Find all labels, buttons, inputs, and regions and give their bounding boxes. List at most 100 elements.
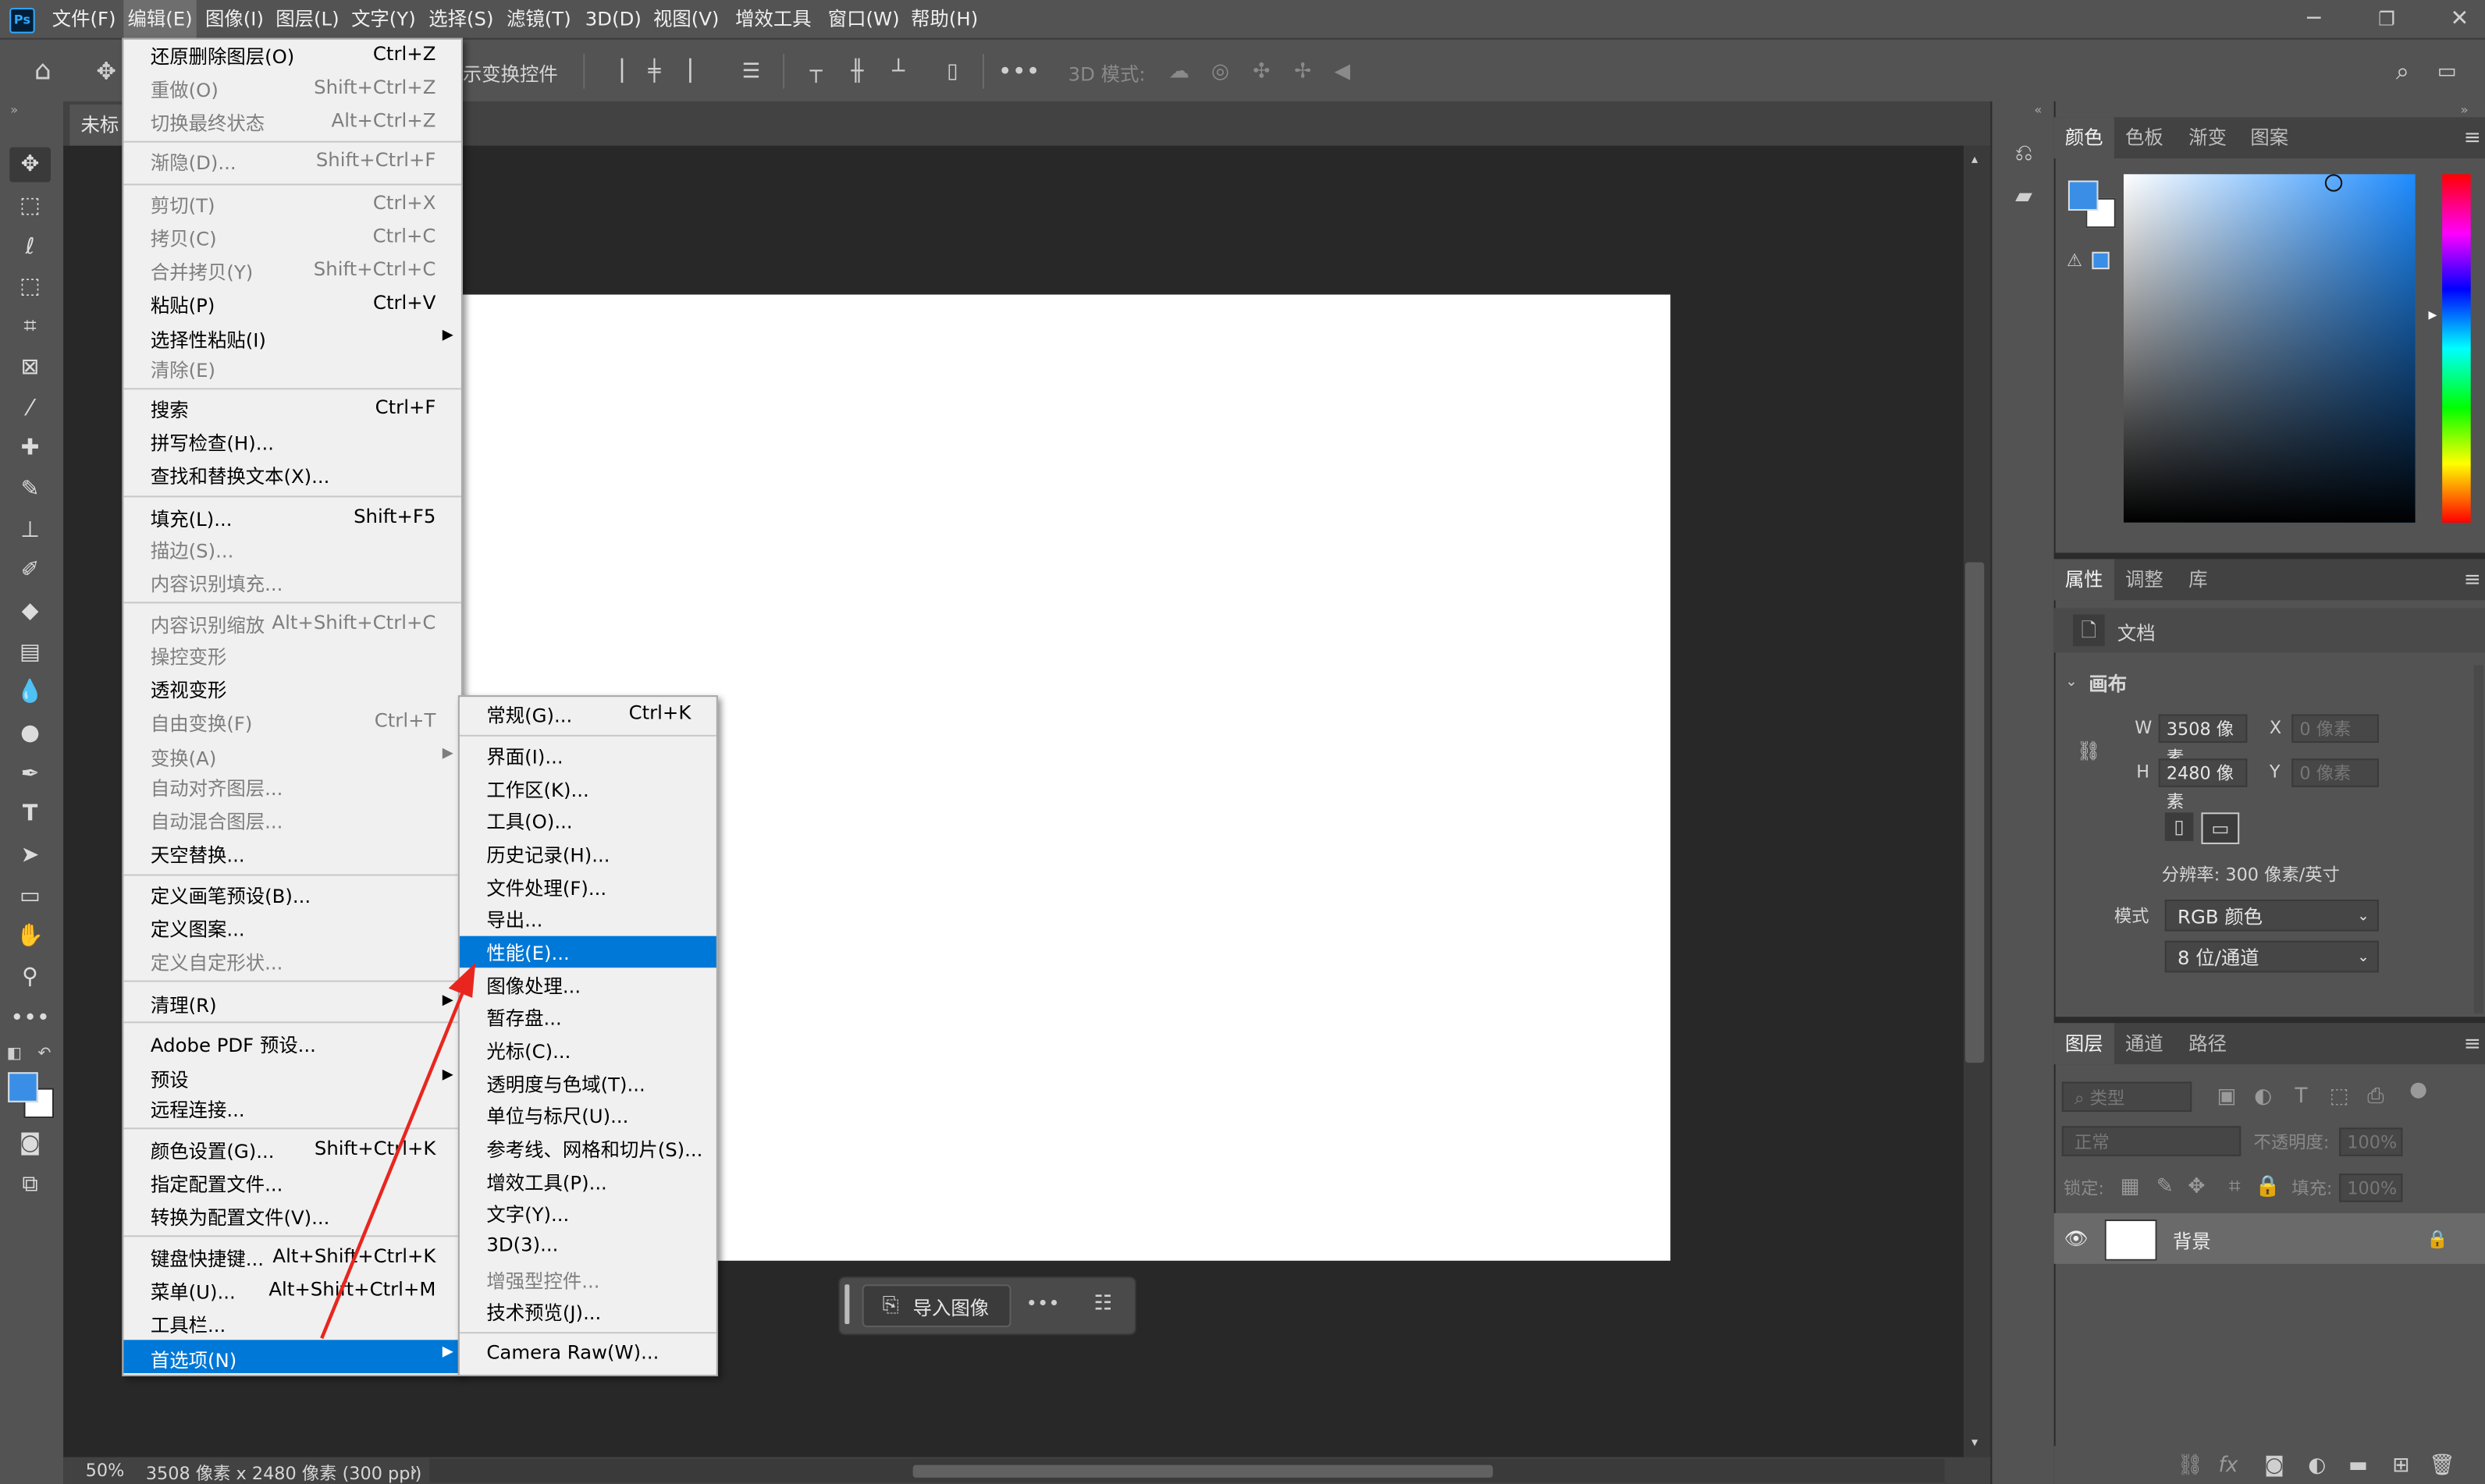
document-info[interactable]: 3508 像素 x 2480 像素 (300 ppi) [146, 1461, 421, 1484]
zoom-tool-icon[interactable]: ⚲ [9, 960, 51, 995]
minimize-icon[interactable]: ─ [2301, 6, 2326, 31]
pen-tool-icon[interactable]: ✒ [9, 757, 51, 792]
menu-item-fill[interactable]: 填充(L)... Shift+F5 [123, 502, 461, 534]
stamp-tool-icon[interactable]: ⊥ [9, 513, 51, 549]
horizontal-scrollbar-thumb[interactable] [912, 1464, 1493, 1478]
submenu-item-scratch-disks[interactable]: 暂存盘... [460, 1001, 716, 1033]
menu-item-define-pattern[interactable]: 定义图案... [123, 912, 461, 944]
menu-item-clear[interactable]: 清除(E) [123, 353, 461, 385]
distribute-vertical-icon[interactable]: ▯ [941, 59, 963, 83]
align-top-icon[interactable]: ┬ [805, 59, 827, 83]
menu-type[interactable]: 文字(Y) [347, 0, 420, 38]
expand-toolbar-icon[interactable]: » [6, 104, 22, 117]
menu-item-toggle-last-state[interactable]: 切换最终状态 Alt+Ctrl+Z [123, 106, 461, 138]
fx-icon[interactable]: fx [2217, 1454, 2239, 1475]
fill-field[interactable]: 100% [2339, 1173, 2403, 1202]
submenu-item-image-processing[interactable]: 图像处理... [460, 969, 716, 1001]
submenu-item-units-rulers[interactable]: 单位与标尺(U)... [460, 1099, 716, 1131]
menu-item-keyboard-shortcuts[interactable]: 键盘快捷键... Alt+Shift+Ctrl+K [123, 1241, 461, 1273]
menu-item-convert-profile[interactable]: 转换为配置文件(V)... [123, 1201, 461, 1233]
bit-depth-select[interactable]: 8 位/通道 ⌄ [2164, 940, 2379, 973]
submenu-item-history[interactable]: 历史记录(H)... [460, 838, 716, 870]
history-brush-tool-icon[interactable]: ✐ [9, 552, 51, 588]
tab-patterns[interactable]: 图案 [2239, 117, 2299, 158]
dodge-tool-icon[interactable]: ● [9, 716, 51, 751]
brush-tool-icon[interactable]: ✎ [9, 472, 51, 507]
submenu-item-workspace[interactable]: 工作区(K)... [460, 773, 716, 805]
edit-toolbar-icon[interactable]: ••• [9, 1001, 51, 1036]
submenu-item-performance[interactable]: 性能(E)... [459, 935, 716, 968]
link-dimensions-icon[interactable]: ⛓ [2077, 738, 2101, 763]
tab-paths[interactable]: 路径 [2177, 1023, 2238, 1064]
history-panel-icon[interactable]: ⎌ [2008, 140, 2040, 169]
menu-help[interactable]: 帮助(H) [907, 0, 983, 38]
hue-slider-handle-icon[interactable]: ▶ [2426, 309, 2439, 321]
3d-pan-icon[interactable]: ✣ [1247, 59, 1276, 83]
panel-menu-icon[interactable]: ≡ [2463, 1032, 2482, 1054]
filter-type-icon[interactable]: T [2290, 1083, 2312, 1108]
move-tool-icon[interactable]: ✥ [9, 147, 51, 183]
3d-roll-icon[interactable]: ◎ [1206, 59, 1235, 83]
new-layer-icon[interactable]: ⊞ [2390, 1454, 2412, 1475]
panel-menu-icon[interactable]: ≡ [2463, 569, 2482, 591]
link-layers-icon[interactable]: ⛓ [2177, 1454, 2204, 1475]
import-image-button[interactable]: ⎘ 导入图像 [862, 1284, 1011, 1328]
workspace-icon[interactable]: ▭ [2433, 57, 2462, 86]
menu-file[interactable]: 文件(F) [48, 0, 120, 38]
chevron-down-icon[interactable]: ⌄ [2064, 673, 2079, 692]
eyedropper-tool-icon[interactable]: ⁄ [9, 391, 51, 426]
delete-layer-icon[interactable]: 🗑 [2429, 1454, 2455, 1475]
lock-all-icon[interactable]: 🔒 [2255, 1175, 2281, 1197]
object-select-tool-icon[interactable]: ⬚ [9, 269, 51, 304]
3d-camera-icon[interactable]: ◀ [1328, 59, 1357, 83]
taskbar-more-icon[interactable]: ••• [1026, 1291, 1060, 1315]
status-expand-icon[interactable]: › [411, 1461, 418, 1481]
menu-filter[interactable]: 滤镜(T) [503, 0, 575, 38]
scroll-down-icon[interactable]: ▾ [1967, 1435, 1982, 1450]
gradient-tool-icon[interactable]: ▤ [9, 635, 51, 670]
portrait-orientation-icon[interactable]: ▯ [2164, 812, 2194, 841]
search-icon[interactable]: ⌕ [2388, 57, 2417, 86]
canvas-width-field[interactable]: 3508 像素 [2158, 714, 2248, 769]
menu-item-auto-align[interactable]: 自动对齐图层... [123, 772, 461, 804]
canvas-x-field[interactable]: 0 像素 [2291, 714, 2379, 744]
opacity-field[interactable]: 100% [2339, 1127, 2403, 1156]
menu-item-presets[interactable]: 预设 ▶ [123, 1063, 461, 1095]
align-vcenter-icon[interactable]: ╫ [846, 59, 868, 83]
marquee-tool-icon[interactable]: ⬚ [9, 189, 51, 224]
menu-item-define-brush[interactable]: 定义画笔预设(B)... [123, 879, 461, 911]
properties-scrollbar[interactable] [2473, 665, 2483, 1014]
restore-icon[interactable]: ❐ [2374, 6, 2399, 31]
3d-slide-icon[interactable]: ✢ [1289, 59, 1317, 83]
landscape-orientation-icon[interactable]: ▭ [2201, 812, 2240, 844]
more-options-icon[interactable]: ••• [998, 59, 1040, 83]
align-hcenter-icon[interactable]: ╪ [643, 59, 665, 83]
canvas-section-title[interactable]: 画布 [2089, 670, 2127, 698]
menu-item-content-aware-fill[interactable]: 内容识别填充... [123, 567, 461, 599]
home-icon[interactable]: ⌂ [25, 55, 60, 87]
menu-item-assign-profile[interactable]: 指定配置文件... [123, 1167, 461, 1199]
swap-colors-icon[interactable]: ↶ [35, 1046, 54, 1064]
color-picker-field[interactable] [2124, 174, 2416, 523]
lock-transparent-icon[interactable]: ▦ [2121, 1175, 2140, 1197]
foreground-color-swatch[interactable] [8, 1072, 38, 1102]
menu-item-menus[interactable]: 菜单(U)... Alt+Shift+Ctrl+M [123, 1275, 461, 1307]
new-group-icon[interactable]: ▬ [2347, 1454, 2369, 1475]
menu-item-copy-merged[interactable]: 合并拷贝(Y) Shift+Ctrl+C [123, 255, 461, 287]
menu-item-preferences[interactable]: 首选项(N) ▶ [123, 1340, 461, 1373]
type-tool-icon[interactable]: T [9, 797, 51, 832]
rectangle-tool-icon[interactable]: ▭ [9, 879, 51, 914]
eraser-tool-icon[interactable]: ◆ [9, 594, 51, 629]
submenu-item-tools[interactable]: 工具(O)... [460, 804, 716, 836]
layer-lock-icon[interactable]: 🔒 [2426, 1227, 2448, 1249]
layer-name[interactable]: 背景 [2173, 1227, 2211, 1255]
tab-adjustments[interactable]: 调整 [2114, 559, 2174, 601]
menu-item-pdf-presets[interactable]: Adobe PDF 预设... [123, 1028, 461, 1060]
menu-item-find-replace[interactable]: 查找和替换文本(X)... [123, 460, 461, 492]
filter-toggle-icon[interactable]: ● [2409, 1079, 2428, 1099]
panel-menu-icon[interactable]: ≡ [2463, 126, 2482, 148]
align-bottom-icon[interactable]: ┴ [887, 59, 909, 83]
color-mode-select[interactable]: RGB 颜色 ⌄ [2164, 899, 2379, 932]
menu-3d[interactable]: 3D(D) [580, 0, 646, 38]
tab-gradients[interactable]: 渐变 [2177, 117, 2238, 158]
